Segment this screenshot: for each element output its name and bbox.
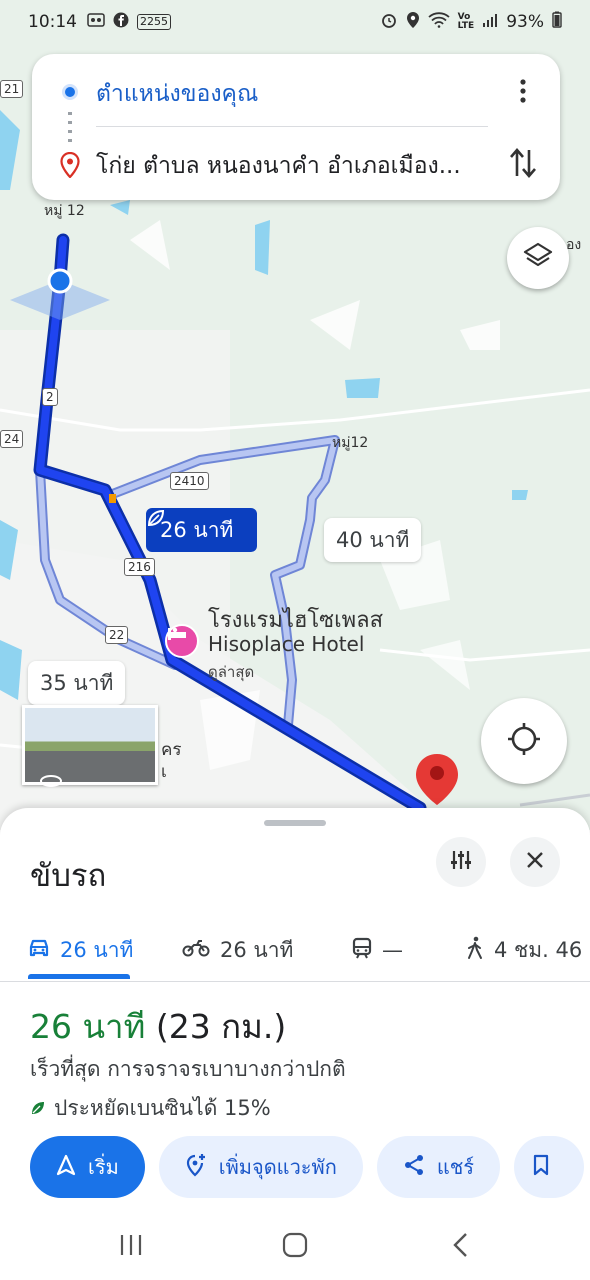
status-time: 10:14 <box>28 12 77 32</box>
route-tag-selected-label: 26 นาที <box>160 517 234 542</box>
road-shield-216: 216 <box>124 558 155 576</box>
street-view-thumbnail[interactable] <box>22 705 158 787</box>
road-shield-24: 24 <box>0 430 24 448</box>
route-tag-alt-right-label: 40 นาที <box>336 527 410 552</box>
navigation-arrow-icon <box>56 1154 76 1181</box>
road-shield-2410: 2410 <box>170 472 209 490</box>
start-button[interactable]: เริ่ม <box>30 1136 145 1198</box>
system-navigation-bar <box>0 1212 590 1280</box>
route-options-button[interactable] <box>436 837 486 887</box>
signal-icon <box>482 12 498 33</box>
route-tag-alt-left[interactable]: 35 นาที <box>28 661 126 705</box>
status-extra: 2255 <box>137 14 171 30</box>
tab-motorcycle-label: 26 นาที <box>220 937 294 962</box>
battery-percent: 93% <box>506 12 544 32</box>
hotel-icon[interactable] <box>165 624 199 658</box>
sheet-title: ขับรถ <box>30 858 107 894</box>
swap-icon[interactable] <box>508 146 538 180</box>
hotel-name-en[interactable]: Hisoplace Hotel <box>208 632 364 656</box>
road-shield-2: 2 <box>42 388 58 406</box>
layers-button[interactable] <box>507 227 569 289</box>
route-summary: 26 นาที (23 กม.) <box>30 1000 286 1053</box>
sheet-drag-handle[interactable] <box>264 820 326 826</box>
divider <box>96 126 488 127</box>
origin-dot-icon <box>62 84 78 100</box>
action-row: เริ่ม เพิ่มจุดแวะพัก แชร์ <box>30 1136 585 1198</box>
home-icon[interactable] <box>282 1232 308 1262</box>
destination-field[interactable]: โก่ย ตำบล หนองนาคำ อำเภอเมือง... <box>96 148 496 184</box>
route-tag-alt-left-label: 35 นาที <box>40 670 114 695</box>
hotel-subtitle: ดูล่าสุด <box>208 663 255 681</box>
eco-savings-label: ประหยัดเบนซินได้ 15% <box>54 1096 271 1120</box>
close-button[interactable] <box>510 837 560 887</box>
add-location-icon <box>185 1153 207 1182</box>
tab-walk[interactable]: 4 ชม. 46 <box>466 920 582 980</box>
save-button[interactable] <box>514 1136 585 1198</box>
start-button-label: เริ่ม <box>88 1155 119 1179</box>
tab-transit[interactable]: — <box>352 920 403 980</box>
tab-drive[interactable]: 26 นาที <box>28 920 133 980</box>
add-stop-label: เพิ่มจุดแวะพัก <box>218 1155 337 1179</box>
battery-icon <box>552 11 562 33</box>
route-tag-alt-right[interactable]: 40 นาที <box>324 518 422 562</box>
leaf-icon <box>30 1097 46 1121</box>
map-label-village-right: หมู่12 <box>332 435 369 451</box>
road-shield-21: 21 <box>0 80 24 98</box>
tab-motorcycle[interactable]: 26 นาที <box>182 920 293 980</box>
car-icon <box>28 938 50 963</box>
add-stop-button[interactable]: เพิ่มจุดแวะพัก <box>158 1136 363 1198</box>
route-tag-selected[interactable]: 26 นาที <box>146 508 258 552</box>
crosshair-icon <box>506 721 542 761</box>
route-duration: 26 นาที <box>30 1007 146 1046</box>
sliders-icon <box>450 849 472 875</box>
map-label-village: หมู่ 12 <box>44 203 85 219</box>
road-shield-22: 22 <box>105 626 129 644</box>
route-distance: (23 กม.) <box>155 1007 287 1046</box>
alarm-icon <box>380 11 398 34</box>
share-label: แชร์ <box>436 1155 475 1179</box>
more-options-icon[interactable] <box>514 76 532 106</box>
active-tab-indicator <box>28 974 130 979</box>
share-icon <box>403 1154 425 1181</box>
tab-drive-label: 26 นาที <box>60 937 134 962</box>
origin-field[interactable]: ตำแหน่งของคุณ <box>96 76 258 112</box>
route-dots <box>68 112 72 142</box>
motorcycle-icon <box>182 938 210 962</box>
back-icon[interactable] <box>450 1232 472 1262</box>
train-icon <box>352 937 372 964</box>
map-label-partial-2: เ <box>161 762 167 782</box>
walk-icon <box>466 936 484 965</box>
directions-card: ตำแหน่งของคุณ โก่ย ตำบล หนองนาคำ อำเภอเม… <box>32 54 560 200</box>
volte-icon: Vo LTE <box>457 12 475 31</box>
directions-sheet: ขับรถ 26 นาที 26 นาที — 4 ชม. 46 26 นาที <box>0 808 590 1280</box>
destination-pin-icon <box>60 151 80 182</box>
layers-icon <box>523 241 553 275</box>
tab-transit-label: — <box>382 938 403 962</box>
bookmark-icon <box>532 1154 550 1181</box>
eco-savings: ประหยัดเบนซินได้ 15% <box>30 1092 271 1125</box>
recent-apps-icon[interactable] <box>118 1232 144 1262</box>
location-icon <box>406 11 420 34</box>
tab-walk-label: 4 ชม. 46 <box>494 937 583 962</box>
wifi-icon <box>428 11 450 33</box>
route-description: เร็วที่สุด การจราจรเบาบางกว่าปกติ <box>30 1057 346 1081</box>
share-button[interactable]: แชร์ <box>376 1136 501 1198</box>
close-icon <box>526 851 544 873</box>
travel-mode-tabs: 26 นาที 26 นาที — 4 ชม. 46 <box>0 920 590 982</box>
voicemail-icon <box>87 12 105 32</box>
status-bar: 10:14 2255 Vo LTE 93% <box>0 0 590 44</box>
my-location-button[interactable] <box>481 698 567 784</box>
facebook-icon <box>113 12 129 33</box>
